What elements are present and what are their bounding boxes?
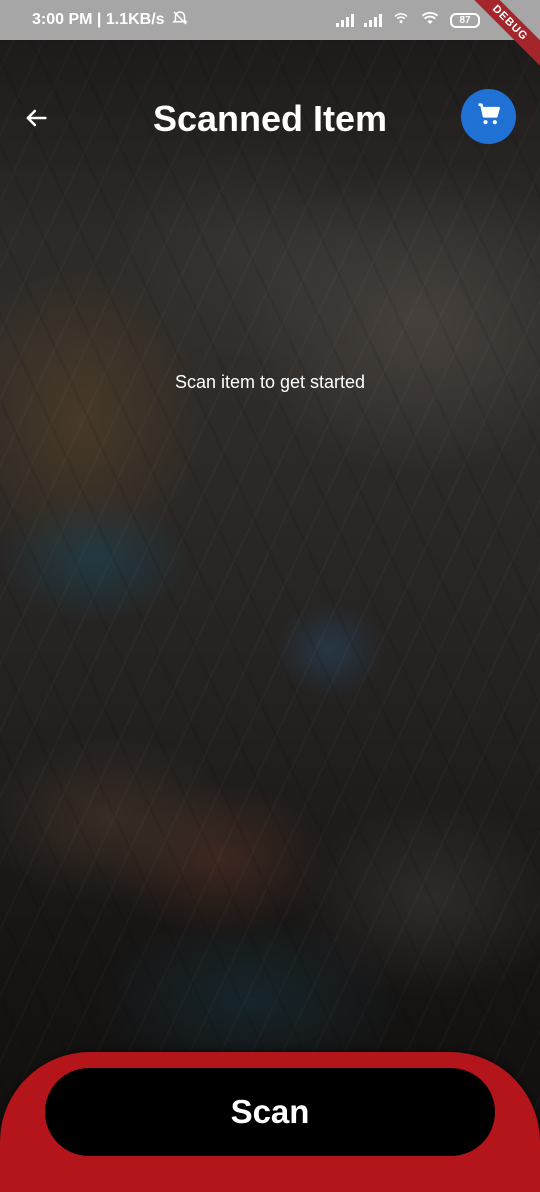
scan-button[interactable]: Scan xyxy=(45,1068,495,1156)
signal-icon xyxy=(364,13,382,27)
app-bar: Scanned Item xyxy=(0,80,540,160)
battery-icon: 87 xyxy=(450,12,480,28)
page-title: Scanned Item xyxy=(152,98,388,139)
signal-icon xyxy=(336,13,354,27)
cart-button[interactable] xyxy=(461,89,516,144)
status-bar: 3:00 PM | 1.1KB/s 87 DEBUG xyxy=(0,0,540,72)
status-left: 3:00 PM | 1.1KB/s xyxy=(32,9,189,32)
wifi-icon xyxy=(420,9,440,32)
background-overlay xyxy=(0,0,540,1170)
empty-state-message: Scan item to get started xyxy=(174,372,366,392)
alarm-off-icon xyxy=(171,9,189,32)
hotspot-icon xyxy=(392,9,410,32)
status-time-speed: 3:00 PM | 1.1KB/s xyxy=(32,11,165,28)
shopping-cart-icon xyxy=(475,100,503,133)
status-right: 87 xyxy=(336,9,480,32)
battery-level: 87 xyxy=(459,14,471,26)
